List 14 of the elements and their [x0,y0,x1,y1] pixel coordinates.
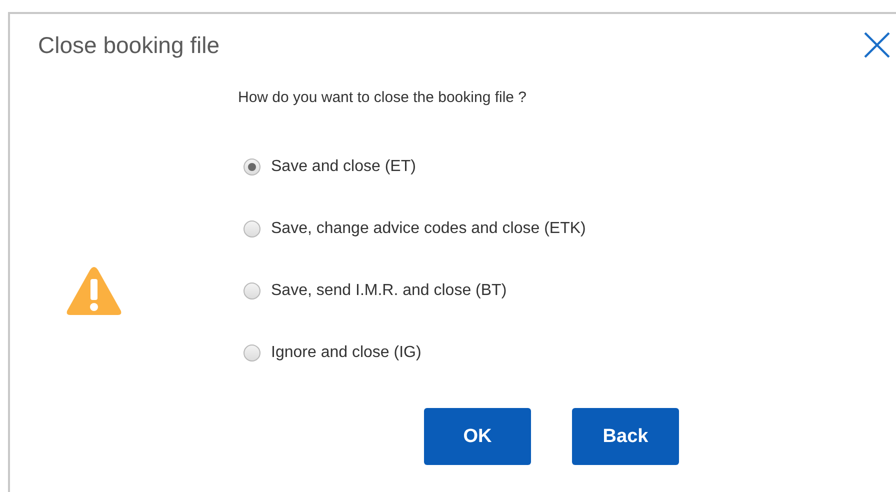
radio-button[interactable] [243,158,261,176]
dialog-button[interactable]: OK [424,408,531,465]
dialog-button[interactable]: Back [572,408,679,465]
warning-icon [65,264,123,316]
option-label: Save, send I.M.R. and close (BT) [271,282,507,300]
question-text: How do you want to close the booking file ? [238,89,528,106]
option-label: Save and close (ET) [271,158,416,176]
close-icon[interactable] [862,30,892,60]
option-label: Save, change advice codes and close (ETK) [271,220,586,238]
option-label: Ignore and close (IG) [271,344,422,362]
radio-button[interactable] [243,220,261,238]
dialog-title: Close booking file [38,32,220,58]
radio-button[interactable] [243,282,261,300]
radio-button[interactable] [243,344,261,362]
